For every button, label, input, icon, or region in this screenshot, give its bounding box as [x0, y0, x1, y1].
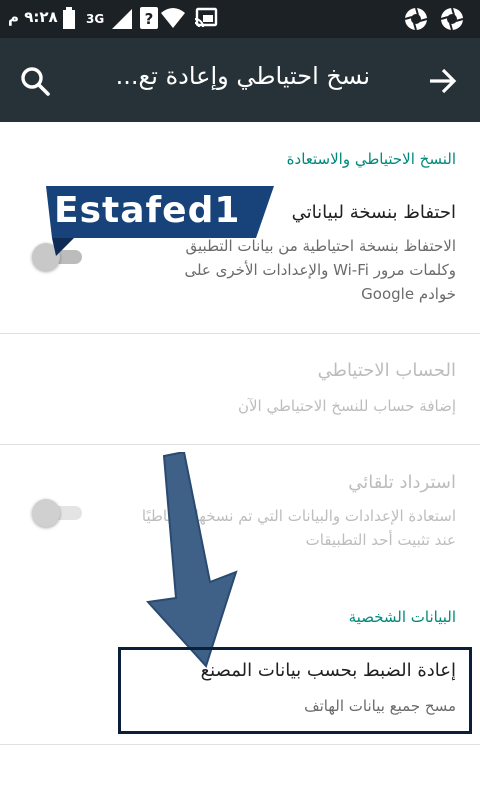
pref-title: الحساب الاحتياطي	[317, 360, 456, 381]
section-header-backup: النسخ الاحتياطي والاستعادة	[286, 150, 456, 168]
auto-restore-switch	[32, 498, 84, 528]
battery-icon	[62, 7, 76, 33]
watermark-badge: Estafed1	[46, 186, 274, 256]
status-time: ٩:٢٨ م	[8, 8, 58, 26]
signal-icon	[110, 7, 132, 33]
section-header-personal: البيانات الشخصية	[348, 608, 456, 626]
arrow-pointer-icon	[145, 452, 238, 668]
cast-icon	[194, 7, 218, 33]
app-bar: نسخ احتياطي وإعادة تع...	[0, 38, 480, 122]
pref-title: احتفاظ بنسخة لبياناتي	[291, 202, 456, 223]
wifi-icon	[160, 7, 186, 33]
divider	[0, 333, 480, 334]
status-bar: ٩:٢٨ م 3G ?	[0, 0, 480, 38]
search-button[interactable]	[18, 64, 52, 98]
aperture-icon	[404, 7, 428, 35]
aperture-icon	[440, 7, 464, 35]
divider	[0, 744, 480, 745]
watermark-text: Estafed1	[54, 190, 241, 231]
page-title: نسخ احتياطي وإعادة تع...	[115, 62, 370, 90]
network-type-label: 3G	[86, 12, 105, 26]
search-icon	[21, 67, 50, 96]
back-button[interactable]	[428, 66, 458, 96]
highlight-box	[118, 647, 472, 734]
arrow-forward-icon	[430, 68, 457, 94]
divider	[0, 444, 480, 445]
pref-title: استرداد تلقائي	[348, 472, 456, 493]
svg-text:?: ?	[145, 10, 154, 28]
notification-icon: ?	[140, 7, 158, 33]
pref-summary: إضافة حساب للنسخ الاحتياطي الآن	[237, 397, 456, 415]
